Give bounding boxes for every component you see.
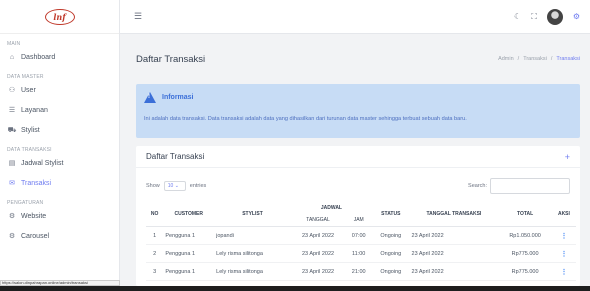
row-actions-icon[interactable]: ⋮ bbox=[560, 233, 567, 240]
col-no[interactable]: NO bbox=[146, 202, 164, 227]
col-tanggal[interactable]: TANGGAL bbox=[290, 214, 346, 227]
cell-no: 2 bbox=[146, 244, 164, 263]
alert-text: Ini adalah data transaksi. Data transaks… bbox=[144, 116, 467, 122]
transactions-table: NO CUSTOMER STYLIST JADWAL STATUS TANGGA… bbox=[146, 202, 576, 281]
gears-icon: ⚙ bbox=[8, 213, 16, 220]
gears-icon: ⚙ bbox=[8, 233, 16, 240]
col-stylist[interactable]: STYLIST bbox=[214, 202, 291, 227]
home-icon: ⌂ bbox=[9, 53, 15, 61]
col-status[interactable]: STATUS bbox=[372, 202, 410, 227]
breadcrumb-current: Transaksi bbox=[556, 56, 580, 62]
sidebar-item-transaksi[interactable]: ✉ Transaksi bbox=[0, 173, 119, 193]
sidebar-item-user[interactable]: ⚇ User bbox=[0, 80, 119, 100]
main-content: Daftar Transaksi Admin / Transaksi / Transak… bbox=[120, 34, 590, 286]
cell-jam: 21:00 bbox=[345, 262, 373, 281]
col-customer[interactable]: CUSTOMER bbox=[163, 202, 215, 227]
topbar: ☰ ☾ ⛶ ⚙ bbox=[120, 0, 590, 34]
info-alert: ! Informasi Ini adalah data transaksi. D… bbox=[136, 84, 580, 138]
row-actions-icon[interactable]: ⋮ bbox=[560, 269, 567, 276]
sidebar-item-jadwal-stylist[interactable]: ▤ Jadwal Stylist bbox=[0, 153, 119, 173]
sidebar-nav: MAIN ⌂ Dashboard DATA MASTER ⚇ User ☰ Layanan ⛟ S… bbox=[0, 41, 119, 246]
table-row: 1 Pengguna 1 jopandi 23 April 2022 07:00 Ongo… bbox=[146, 226, 576, 245]
cell-total: Rp1.050.000 bbox=[498, 226, 552, 245]
warning-icon: ! bbox=[144, 92, 156, 103]
cell-tanggal: 23 April 2022 bbox=[290, 244, 346, 263]
users-icon: ⚇ bbox=[8, 87, 16, 94]
table-row: 2 Pengguna 1 Lely risma silitonga 23 April … bbox=[146, 244, 576, 263]
cell-stylist: Lely risma silitonga bbox=[214, 262, 291, 281]
sidebar-item-label: Jadwal Stylist bbox=[21, 159, 64, 167]
cell-tanggal-transaksi: 23 April 2022 bbox=[409, 262, 499, 281]
cell-stylist: jopandi bbox=[214, 226, 291, 245]
cell-no: 3 bbox=[146, 262, 164, 281]
sidebar-item-stylist[interactable]: ⛟ Stylist bbox=[0, 120, 119, 140]
cell-tanggal-transaksi: 23 April 2022 bbox=[409, 226, 499, 245]
sidebar-item-label: Stylist bbox=[21, 126, 40, 134]
transactions-card: Daftar Transaksi + Show 10 ⌄ entries Sea… bbox=[136, 146, 580, 286]
entries-select[interactable]: 10 ⌄ bbox=[163, 181, 186, 191]
moon-icon[interactable]: ☾ bbox=[514, 12, 521, 21]
settings-icon[interactable]: ⚙ bbox=[573, 12, 580, 21]
cell-jam: 07:00 bbox=[345, 226, 373, 245]
card-title: Daftar Transaksi bbox=[146, 152, 205, 161]
avatar[interactable] bbox=[546, 8, 563, 25]
show-label: Show bbox=[146, 183, 160, 189]
cell-status: Ongoing bbox=[372, 226, 410, 245]
brand-logo[interactable]: lnf bbox=[44, 8, 75, 25]
cell-aksi: ⋮ bbox=[551, 244, 576, 263]
cell-status: Ongoing bbox=[372, 244, 410, 263]
col-total[interactable]: TOTAL bbox=[498, 202, 552, 227]
alert-title: Informasi bbox=[162, 94, 194, 101]
cell-aksi: ⋮ bbox=[551, 262, 576, 281]
breadcrumb: Admin / Transaksi / Transaksi bbox=[498, 56, 580, 62]
list-icon: ☰ bbox=[8, 107, 16, 114]
cell-tanggal: 23 April 2022 bbox=[290, 226, 346, 245]
cell-total: Rp775.000 bbox=[498, 262, 552, 281]
cell-no: 1 bbox=[146, 226, 164, 245]
search-input[interactable] bbox=[490, 178, 570, 194]
sidebar-item-layanan[interactable]: ☰ Layanan bbox=[0, 100, 119, 120]
sidebar-item-label: Transaksi bbox=[21, 179, 52, 187]
cell-customer: Pengguna 1 bbox=[163, 226, 215, 245]
fullscreen-icon[interactable]: ⛶ bbox=[531, 12, 537, 22]
col-tanggal-transaksi[interactable]: TANGGAL TRANSAKSI bbox=[409, 202, 499, 227]
clipboard-icon: ▤ bbox=[8, 160, 16, 167]
entries-label: entries bbox=[189, 183, 207, 189]
logo-area[interactable]: lnf bbox=[0, 0, 119, 34]
breadcrumb-transaksi[interactable]: Transaksi bbox=[523, 56, 547, 62]
sidebar-item-label: Layanan bbox=[21, 106, 48, 114]
search-label: Search: bbox=[468, 183, 487, 189]
menu-toggle-icon[interactable]: ☰ bbox=[134, 11, 142, 22]
breadcrumb-admin[interactable]: Admin bbox=[498, 56, 514, 62]
col-aksi: AKSI bbox=[551, 202, 576, 227]
sidebar-item-dashboard[interactable]: ⌂ Dashboard bbox=[0, 47, 119, 67]
cell-total: Rp775.000 bbox=[498, 244, 552, 263]
sidebar-item-label: User bbox=[21, 86, 36, 94]
table-row: 3 Pengguna 1 Lely risma silitonga 23 April … bbox=[146, 262, 576, 281]
row-actions-icon[interactable]: ⋮ bbox=[560, 251, 567, 258]
sidebar-item-label: Carousel bbox=[21, 232, 50, 240]
message-icon: ✉ bbox=[9, 180, 15, 187]
cell-jam: 11:00 bbox=[345, 244, 373, 263]
sidebar-item-label: Website bbox=[21, 212, 47, 220]
cell-customer: Pengguna 1 bbox=[163, 262, 215, 281]
add-transaction-button[interactable]: + bbox=[565, 152, 570, 162]
cell-customer: Pengguna 1 bbox=[163, 244, 215, 263]
col-jam[interactable]: JAM bbox=[345, 214, 373, 227]
sidebar-item-website[interactable]: ⚙ Website bbox=[0, 206, 119, 226]
cell-tanggal-transaksi: 23 April 2022 bbox=[409, 244, 499, 263]
cell-tanggal: 23 April 2022 bbox=[290, 262, 346, 281]
taskbar-strip bbox=[0, 286, 590, 291]
cell-status: Ongoing bbox=[372, 262, 410, 281]
cell-stylist: Lely risma silitonga bbox=[214, 244, 291, 263]
col-jadwal: JADWAL bbox=[320, 205, 342, 211]
cell-aksi: ⋮ bbox=[551, 226, 576, 245]
sidebar-item-carousel[interactable]: ⚙ Carousel bbox=[0, 226, 119, 246]
car-icon: ⛟ bbox=[7, 126, 17, 134]
sidebar-item-label: Dashboard bbox=[21, 53, 56, 61]
page-title: Daftar Transaksi bbox=[136, 53, 206, 65]
sidebar: lnf MAIN ⌂ Dashboard DATA MASTER ⚇ User ☰ Layan… bbox=[0, 0, 120, 291]
